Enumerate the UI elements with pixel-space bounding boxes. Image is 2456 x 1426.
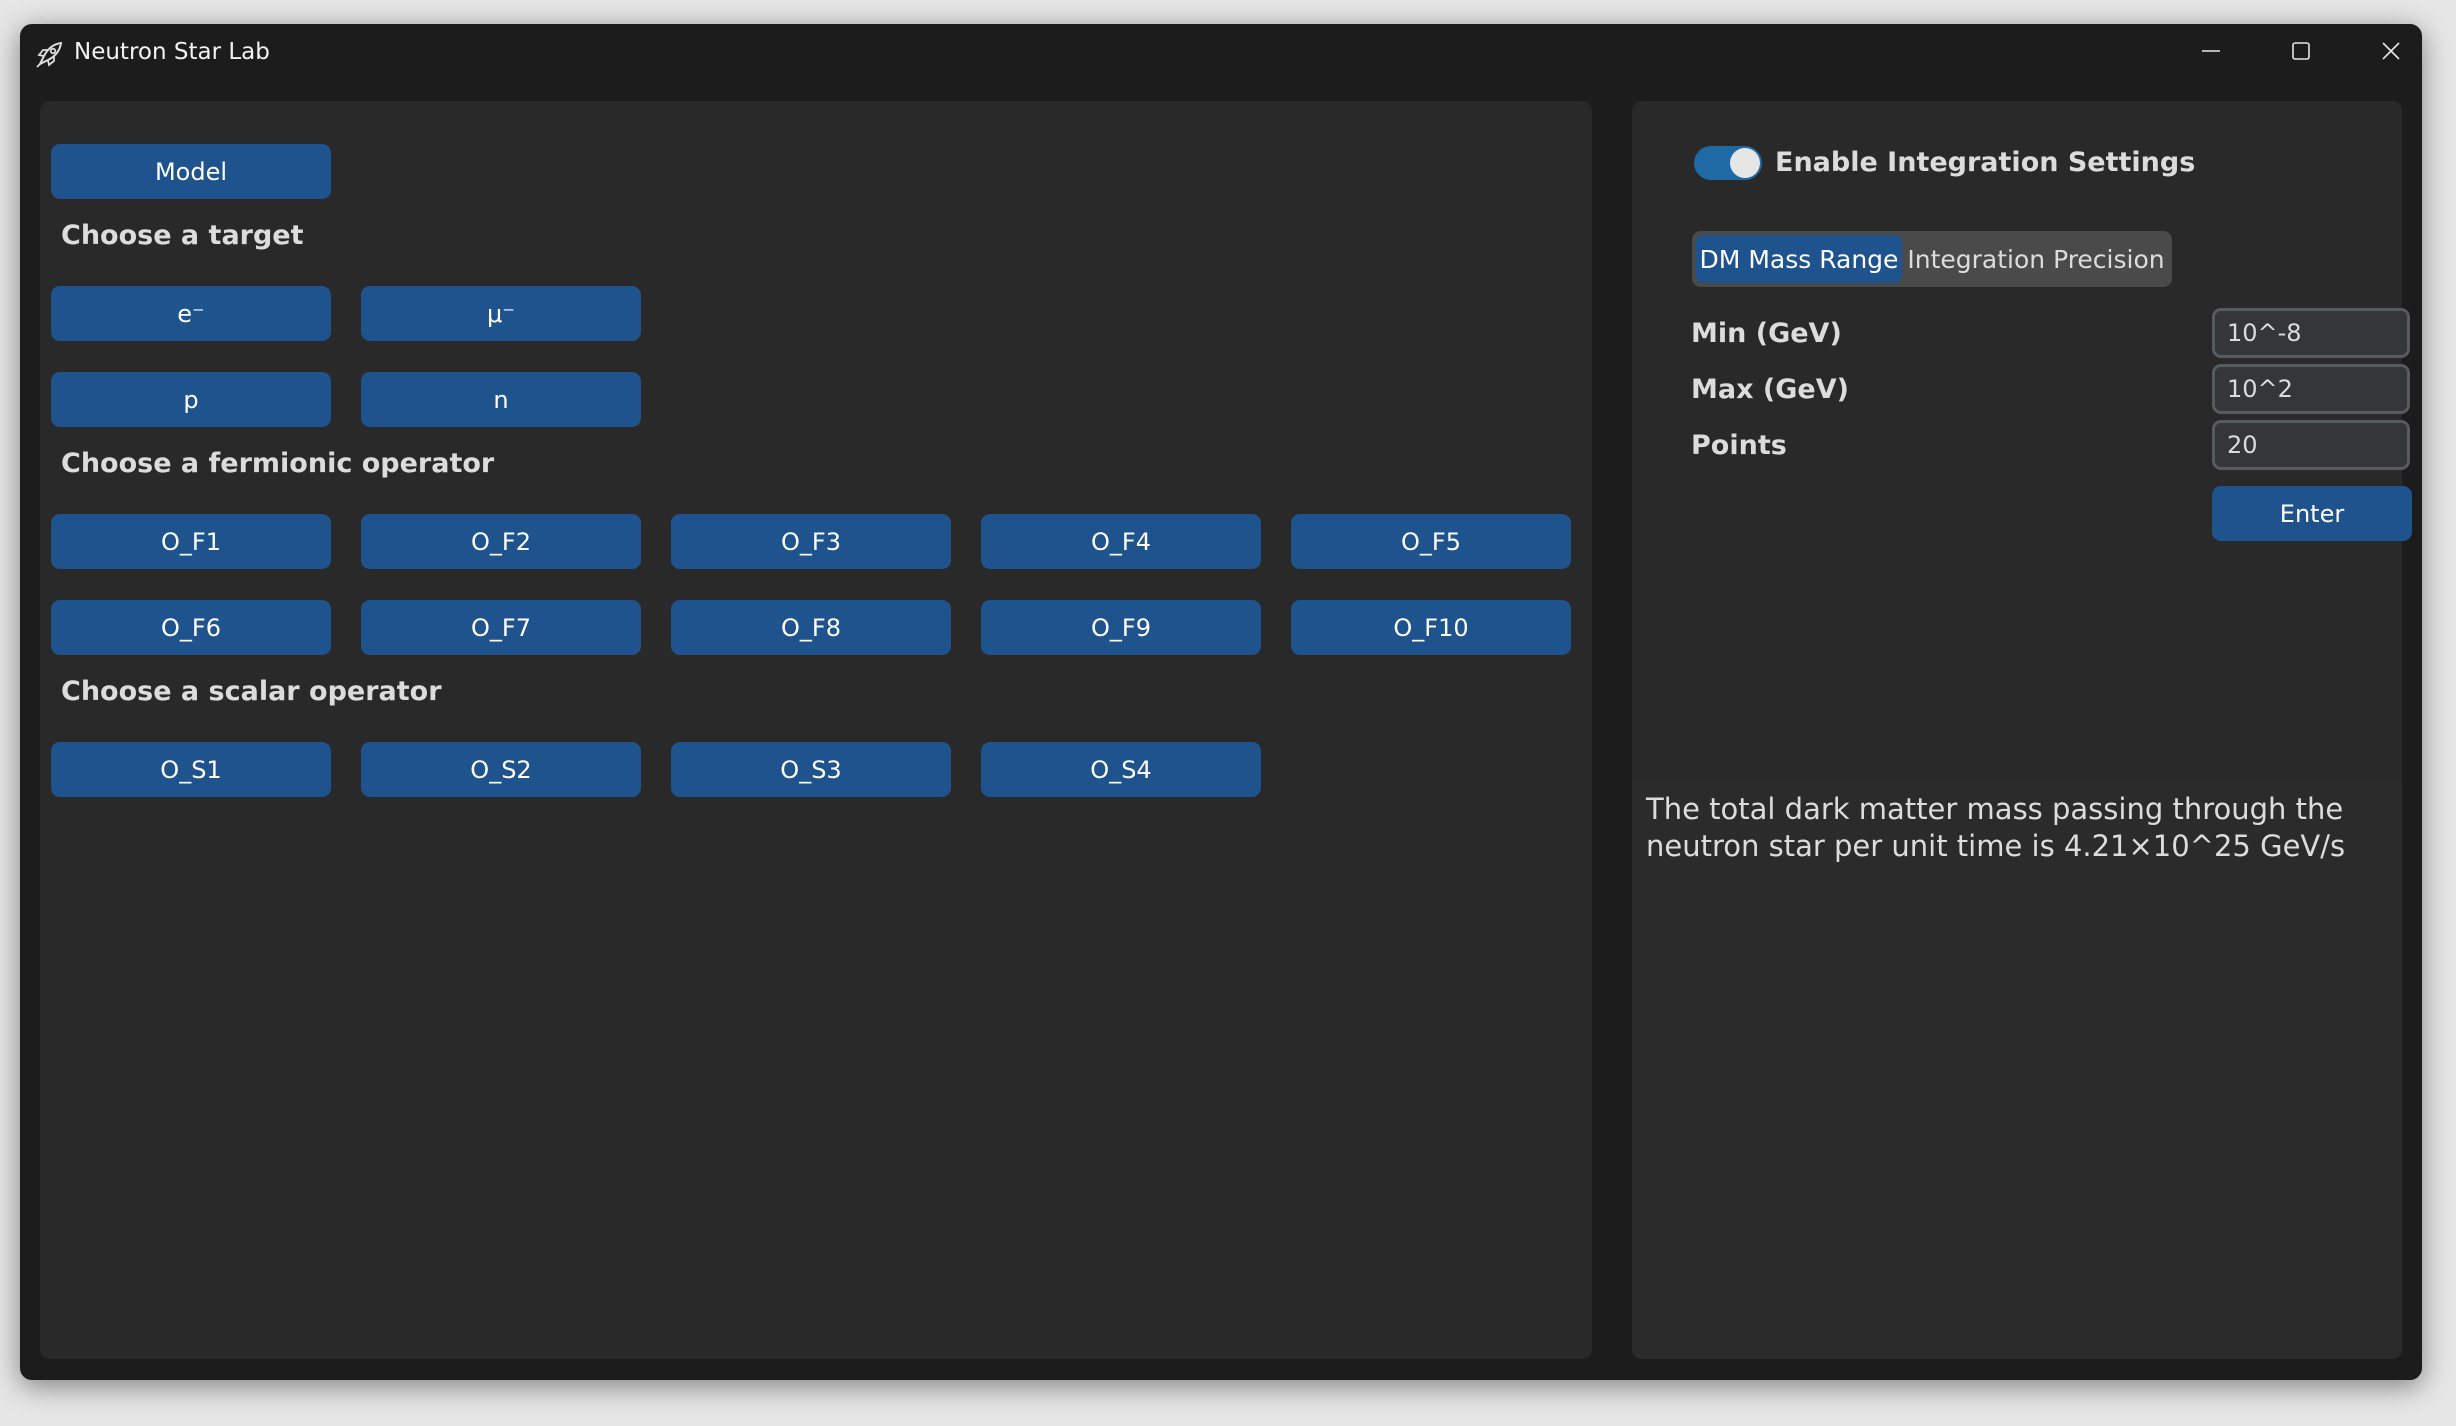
target-muon-button[interactable]: μ⁻ <box>361 286 641 341</box>
minimize-button[interactable] <box>2166 24 2256 78</box>
target-neutron-button[interactable]: n <box>361 372 641 427</box>
app-window: Neutron Star Lab Model Choose a target e… <box>20 24 2422 1380</box>
output-textbox[interactable]: The total dark matter mass passing throu… <box>1632 781 2402 1359</box>
operator-o-f3-button[interactable]: O_F3 <box>671 514 951 569</box>
min-label: Min (GeV) <box>1691 318 1842 349</box>
operator-o-f10-button[interactable]: O_F10 <box>1291 600 1571 655</box>
operator-o-f9-button[interactable]: O_F9 <box>981 600 1261 655</box>
operator-o-f5-button[interactable]: O_F5 <box>1291 514 1571 569</box>
close-button[interactable] <box>2346 24 2422 78</box>
enter-button[interactable]: Enter <box>2212 486 2412 541</box>
operator-o-f1-button[interactable]: O_F1 <box>51 514 331 569</box>
tab-integration-precision[interactable]: Integration Precision <box>1904 235 2168 283</box>
minimize-icon <box>2202 50 2220 52</box>
window-title: Neutron Star Lab <box>74 39 270 65</box>
operator-o-f7-button[interactable]: O_F7 <box>361 600 641 655</box>
model-button[interactable]: Model <box>51 144 331 199</box>
operator-o-f4-button[interactable]: O_F4 <box>981 514 1261 569</box>
maximize-icon <box>2292 42 2310 60</box>
target-electron-button[interactable]: e⁻ <box>51 286 331 341</box>
min-gev-input[interactable] <box>2212 308 2410 358</box>
points-label: Points <box>1691 430 1787 461</box>
integration-panel: Enable Integration Settings DM Mass Rang… <box>1632 101 2412 1359</box>
title-bar[interactable]: Neutron Star Lab <box>20 24 2422 102</box>
maximize-button[interactable] <box>2256 24 2346 78</box>
max-label: Max (GeV) <box>1691 374 1849 405</box>
max-gev-input[interactable] <box>2212 364 2410 414</box>
operator-o-s1-button[interactable]: O_S1 <box>51 742 331 797</box>
rocket-icon <box>34 38 66 70</box>
toggle-label: Enable Integration Settings <box>1775 147 2196 178</box>
toggle-knob <box>1730 148 1760 178</box>
operator-o-f6-button[interactable]: O_F6 <box>51 600 331 655</box>
target-heading: Choose a target <box>61 220 304 251</box>
points-input[interactable] <box>2212 420 2410 470</box>
output-text: The total dark matter mass passing throu… <box>1646 792 2346 863</box>
operator-panel: Model Choose a target e⁻ μ⁻ p n Choose a… <box>40 101 1592 1359</box>
operator-o-f2-button[interactable]: O_F2 <box>361 514 641 569</box>
integration-settings-toggle[interactable] <box>1694 146 1762 180</box>
fermionic-heading: Choose a fermionic operator <box>61 448 495 479</box>
operator-o-s3-button[interactable]: O_S3 <box>671 742 951 797</box>
target-proton-button[interactable]: p <box>51 372 331 427</box>
tab-dm-mass-range[interactable]: DM Mass Range <box>1696 235 1902 283</box>
operator-o-f8-button[interactable]: O_F8 <box>671 600 951 655</box>
scalar-heading: Choose a scalar operator <box>61 676 442 707</box>
operator-o-s4-button[interactable]: O_S4 <box>981 742 1261 797</box>
operator-o-s2-button[interactable]: O_S2 <box>361 742 641 797</box>
settings-tab-selector: DM Mass Range Integration Precision <box>1692 231 2172 287</box>
close-icon <box>2382 42 2400 60</box>
